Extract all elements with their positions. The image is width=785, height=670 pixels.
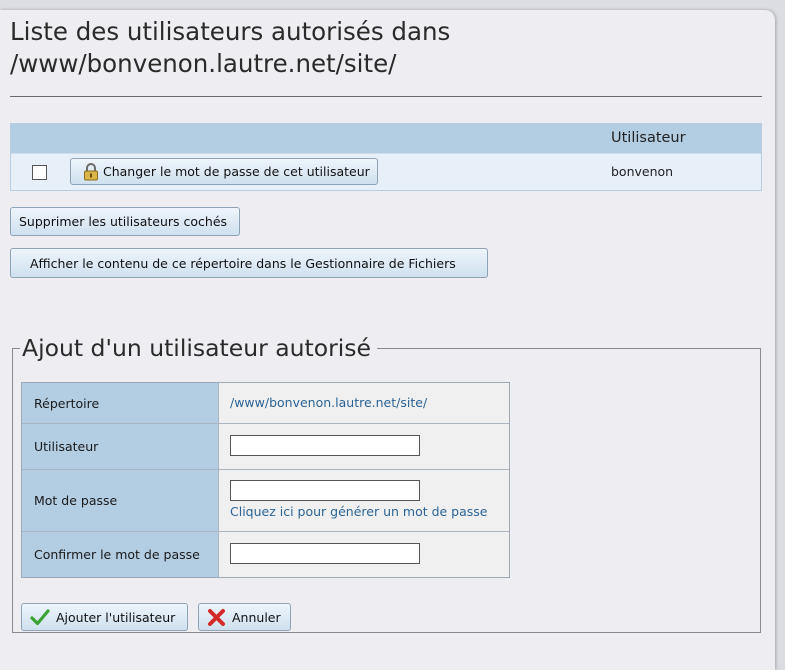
users-table: Utilisateur Changer le mot de passe de c…: [10, 123, 762, 191]
user-label: Utilisateur: [22, 424, 219, 469]
cancel-button[interactable]: Annuler: [198, 603, 291, 631]
username-cell: bonvenon: [611, 164, 674, 179]
check-icon: [30, 609, 50, 626]
lock-icon: [83, 162, 99, 181]
delete-checked-users-button[interactable]: Supprimer les utilisateurs cochés: [10, 207, 240, 236]
page-title: Liste des utilisateurs autorisés dans /w…: [10, 17, 451, 78]
cancel-label: Annuler: [232, 609, 281, 625]
add-user-legend: Ajout d'un utilisateur autorisé: [20, 333, 378, 363]
open-file-manager-button[interactable]: Afficher le contenu de ce répertoire dan…: [10, 248, 488, 278]
password-label: Mot de passe: [22, 470, 219, 531]
add-user-label: Ajouter l'utilisateur: [56, 609, 176, 625]
password-input[interactable]: [230, 480, 420, 501]
generate-password-link[interactable]: Cliquez ici pour générer un mot de passe: [230, 504, 488, 519]
change-password-label: Changer le mot de passe de cet utilisate…: [103, 164, 370, 179]
username-input[interactable]: [230, 435, 420, 456]
add-user-button[interactable]: Ajouter l'utilisateur: [21, 603, 188, 631]
add-user-form-table: Répertoire /www/bonvenon.lautre.net/site…: [21, 382, 510, 578]
form-row-directory: Répertoire /www/bonvenon.lautre.net/site…: [22, 383, 509, 423]
form-row-password: Mot de passe Cliquez ici pour générer un…: [22, 469, 509, 531]
directory-label: Répertoire: [22, 383, 219, 423]
column-header-user: Utilisateur: [611, 130, 686, 146]
directory-value: /www/bonvenon.lautre.net/site/: [230, 395, 428, 410]
confirm-password-label: Confirmer le mot de passe: [22, 532, 219, 577]
cross-icon: [208, 608, 225, 626]
table-row: Changer le mot de passe de cet utilisate…: [11, 153, 761, 190]
delete-checked-users-label: Supprimer les utilisateurs cochés: [19, 214, 228, 229]
confirm-password-input[interactable]: [230, 543, 420, 564]
form-row-user: Utilisateur: [22, 423, 509, 469]
open-file-manager-label: Afficher le contenu de ce répertoire dan…: [30, 255, 456, 271]
form-row-confirm: Confirmer le mot de passe: [22, 531, 509, 577]
users-table-header: Utilisateur: [11, 124, 761, 153]
change-password-button[interactable]: Changer le mot de passe de cet utilisate…: [70, 158, 378, 185]
title-divider: [10, 96, 762, 97]
user-select-checkbox[interactable]: [32, 165, 47, 180]
